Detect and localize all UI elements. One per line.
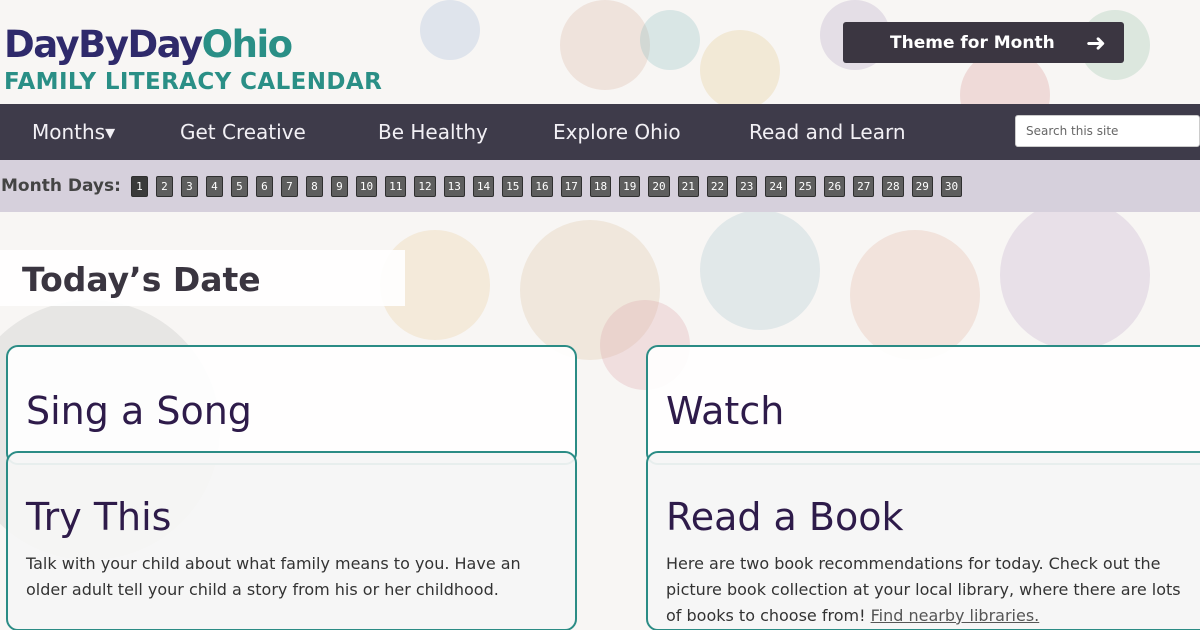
month-day-button[interactable]: 12 [414, 175, 436, 197]
month-days-bar: Month Days: 1 2 3 4 5 6 7 8 9 10 11 12 13 14 15 16 17 18 1… [0, 160, 1200, 212]
search-input[interactable] [1015, 115, 1200, 147]
month-day-button[interactable]: 2 [155, 175, 173, 197]
logo-tagline: FAMILY LITERACY CALENDAR [4, 69, 383, 95]
month-day-button[interactable]: 16 [531, 175, 553, 197]
month-day-button[interactable]: 15 [502, 175, 524, 197]
month-day-button[interactable]: 26 [823, 175, 846, 197]
month-day-button[interactable]: 1 [130, 175, 148, 197]
month-day-button[interactable]: 30 [940, 175, 963, 197]
find-nearby-libraries-link[interactable]: Find nearby libraries. [871, 606, 1040, 625]
month-day-button[interactable]: 19 [619, 175, 641, 197]
card-sing-a-song: Sing a Song [6, 345, 577, 465]
month-day-button[interactable]: 4 [205, 175, 223, 197]
card-try-this: Try This Talk with your child about what… [6, 451, 577, 630]
month-day-button[interactable]: 22 [706, 175, 729, 197]
month-day-button[interactable]: 27 [853, 175, 875, 197]
today-date-title: Today’s Date [22, 260, 261, 299]
site-header: DayByDayOhio FAMILY LITERACY CALENDAR Th… [0, 0, 1200, 104]
nav-item-explore-ohio[interactable]: Explore Ohio [553, 104, 681, 160]
nav-item-get-creative[interactable]: Get Creative [180, 104, 306, 160]
card-try-this-title: Try This [26, 495, 172, 539]
month-day-button[interactable]: 23 [736, 175, 758, 197]
card-watch-title: Watch [666, 389, 785, 433]
month-days-label: Month Days: [1, 176, 121, 196]
month-day-button[interactable]: 9 [330, 175, 348, 197]
site-logo[interactable]: DayByDayOhio FAMILY LITERACY CALENDAR [4, 24, 382, 96]
card-watch: Watch [646, 345, 1200, 465]
month-day-button[interactable]: 11 [385, 175, 407, 197]
arrow-right-icon: ➜ [1085, 28, 1106, 57]
month-day-button[interactable]: 8 [305, 175, 323, 197]
month-day-button[interactable]: 3 [180, 175, 198, 197]
month-day-button[interactable]: 13 [443, 175, 465, 197]
month-day-button[interactable]: 21 [677, 175, 699, 197]
month-day-button[interactable]: 10 [355, 175, 378, 197]
theme-for-month-label: Theme for Month [890, 32, 1055, 53]
card-sing-a-song-title: Sing a Song [26, 389, 252, 433]
month-day-button[interactable]: 7 [280, 175, 298, 197]
card-read-a-book-body: Here are two book recommendations for to… [666, 551, 1192, 629]
month-day-button[interactable]: 24 [765, 175, 787, 197]
month-day-button[interactable]: 17 [560, 175, 582, 197]
theme-for-month-button[interactable]: Theme for Month ➜ [843, 22, 1124, 63]
nav-item-read-and-learn[interactable]: Read and Learn [749, 104, 906, 160]
month-day-button[interactable]: 20 [648, 175, 670, 197]
month-day-button[interactable]: 14 [472, 175, 495, 197]
nav-item-be-healthy[interactable]: Be Healthy [378, 104, 488, 160]
logo-title-part2: Ohio [201, 23, 293, 66]
month-days-list: 1 2 3 4 5 6 7 8 9 10 11 12 13 14 15 16 17 18 19 20 21 22 23 24 2… [130, 175, 970, 197]
card-read-a-book: Read a Book Here are two book recommenda… [646, 451, 1200, 630]
month-day-button[interactable]: 28 [882, 175, 904, 197]
month-day-button[interactable]: 18 [589, 175, 612, 197]
month-day-button[interactable]: 25 [794, 175, 816, 197]
month-day-button[interactable]: 29 [911, 175, 933, 197]
month-day-button[interactable]: 5 [230, 175, 248, 197]
logo-title-part1: DayByDay [4, 23, 203, 66]
month-day-button[interactable]: 6 [255, 175, 273, 197]
nav-item-months[interactable]: Months▾ [32, 104, 115, 160]
card-read-a-book-title: Read a Book [666, 495, 904, 539]
card-try-this-body: Talk with your child about what family m… [26, 554, 521, 599]
logo-title: DayByDayOhio [4, 24, 382, 66]
